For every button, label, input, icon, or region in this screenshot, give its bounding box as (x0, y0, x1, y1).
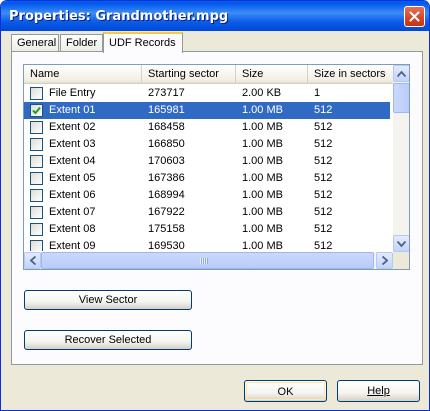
cell-size-in-sectors: 512 (314, 189, 333, 201)
cell-size: 1.00 MB (242, 223, 283, 235)
cell-size: 1.00 MB (242, 240, 283, 251)
close-button[interactable] (404, 6, 425, 27)
cell-starting-sector: 273717 (148, 87, 185, 99)
row-checkbox[interactable] (30, 206, 43, 219)
column-header-size[interactable]: Size (236, 65, 308, 84)
cell-name: Extent 05 (49, 172, 96, 184)
scroll-right-button[interactable] (376, 252, 393, 269)
scroll-down-button[interactable] (393, 235, 409, 252)
horizontal-scroll-thumb[interactable] (41, 252, 374, 269)
cell-size-in-sectors: 512 (314, 172, 333, 184)
cell-size-in-sectors: 512 (314, 121, 333, 133)
row-checkbox[interactable] (30, 121, 43, 134)
column-header-starting-sector[interactable]: Starting sector (142, 65, 236, 84)
cell-starting-sector: 167386 (148, 172, 185, 184)
cell-size-in-sectors: 512 (314, 206, 333, 218)
cell-starting-sector: 166850 (148, 138, 185, 150)
cell-size-in-sectors: 512 (314, 155, 333, 167)
cell-starting-sector: 168458 (148, 121, 185, 133)
tab-general[interactable]: General (11, 34, 59, 52)
cell-name: Extent 06 (49, 189, 96, 201)
table-row[interactable]: Extent 03 166850 1.00 MB 512 (24, 136, 390, 153)
list-header: Name Starting sector Size Size in sector… (24, 65, 394, 84)
table-row[interactable]: Extent 06 168994 1.00 MB 512 (24, 187, 390, 204)
arrow-down-icon (397, 240, 406, 247)
window-title: Properties: Grandmother.mpg (9, 9, 229, 24)
table-row[interactable]: Extent 07 167922 1.00 MB 512 (24, 204, 390, 221)
cell-size: 1.00 MB (242, 206, 283, 218)
list-rows: File Entry 273717 2.00 KB 1 Extent 01 165981 1… (24, 85, 394, 251)
view-sector-button[interactable]: View Sector (24, 290, 192, 310)
properties-dialog: Properties: Grandmother.mpg General Fold… (0, 0, 430, 411)
ok-button[interactable]: OK (244, 380, 327, 402)
row-checkbox[interactable] (30, 138, 43, 151)
row-checkbox[interactable] (30, 189, 43, 202)
arrow-right-icon (381, 256, 388, 265)
horizontal-scrollbar[interactable] (24, 252, 393, 269)
recover-selected-button[interactable]: Recover Selected (24, 330, 192, 350)
cell-size: 1.00 MB (242, 138, 283, 150)
cell-size: 2.00 KB (242, 87, 282, 99)
cell-name: Extent 02 (49, 121, 96, 133)
column-header-name[interactable]: Name (24, 65, 142, 84)
table-row[interactable]: Extent 08 175158 1.00 MB 512 (24, 221, 390, 238)
table-row[interactable]: Extent 04 170603 1.00 MB 512 (24, 153, 390, 170)
cell-name: Extent 04 (49, 155, 96, 167)
cell-size-in-sectors: 512 (314, 138, 333, 150)
checkmark-icon (32, 106, 41, 115)
cell-starting-sector: 167922 (148, 206, 185, 218)
vertical-scroll-thumb[interactable] (393, 83, 409, 113)
cell-size-in-sectors: 512 (314, 104, 333, 116)
cell-name: Extent 08 (49, 223, 96, 235)
row-checkbox[interactable] (30, 240, 43, 251)
cell-size-in-sectors: 512 (314, 240, 333, 251)
cell-starting-sector: 175158 (148, 223, 185, 235)
cell-size: 1.00 MB (242, 155, 283, 167)
table-row[interactable]: Extent 02 168458 1.00 MB 512 (24, 119, 390, 136)
tab-folder[interactable]: Folder (60, 34, 103, 52)
cell-starting-sector: 165981 (148, 104, 185, 116)
scrollbar-corner (393, 252, 409, 269)
row-checkbox[interactable] (30, 104, 43, 117)
cell-size: 1.00 MB (242, 121, 283, 133)
udf-records-panel: Name Starting sector Size Size in sector… (11, 51, 423, 365)
cell-name: Extent 07 (49, 206, 96, 218)
row-checkbox[interactable] (30, 172, 43, 185)
grip-icon (200, 258, 208, 264)
cell-name: Extent 09 (49, 240, 96, 251)
cell-name: File Entry (49, 87, 96, 99)
arrow-up-icon (397, 70, 406, 77)
arrow-left-icon (29, 256, 36, 265)
scroll-up-button[interactable] (393, 65, 409, 82)
ok-button-label: OK (246, 382, 325, 400)
title-bar[interactable]: Properties: Grandmother.mpg (1, 1, 429, 31)
vertical-scrollbar[interactable] (393, 65, 409, 252)
help-button-label: Help (367, 385, 390, 397)
table-row[interactable]: File Entry 273717 2.00 KB 1 (24, 85, 390, 102)
column-header-size-in-sectors[interactable]: Size in sectors (308, 65, 398, 84)
scroll-left-button[interactable] (24, 252, 41, 269)
table-row[interactable]: Extent 09 169530 1.00 MB 512 (24, 238, 390, 251)
cell-name: Extent 01 (49, 104, 96, 116)
cell-starting-sector: 170603 (148, 155, 185, 167)
row-checkbox[interactable] (30, 87, 43, 100)
cell-starting-sector: 168994 (148, 189, 185, 201)
cell-size: 1.00 MB (242, 172, 283, 184)
tab-udf-records[interactable]: UDF Records (103, 32, 183, 53)
udf-records-list[interactable]: Name Starting sector Size Size in sector… (23, 64, 410, 270)
cell-name: Extent 03 (49, 138, 96, 150)
help-button[interactable]: Help (337, 380, 420, 402)
cell-size: 1.00 MB (242, 104, 283, 116)
table-row[interactable]: Extent 05 167386 1.00 MB 512 (24, 170, 390, 187)
cell-starting-sector: 169530 (148, 240, 185, 251)
close-icon (409, 11, 420, 22)
table-row[interactable]: Extent 01 165981 1.00 MB 512 (24, 102, 390, 119)
cell-size-in-sectors: 1 (314, 87, 321, 99)
cell-size-in-sectors: 512 (314, 223, 333, 235)
cell-size: 1.00 MB (242, 189, 283, 201)
row-checkbox[interactable] (30, 223, 43, 236)
row-checkbox[interactable] (30, 155, 43, 168)
